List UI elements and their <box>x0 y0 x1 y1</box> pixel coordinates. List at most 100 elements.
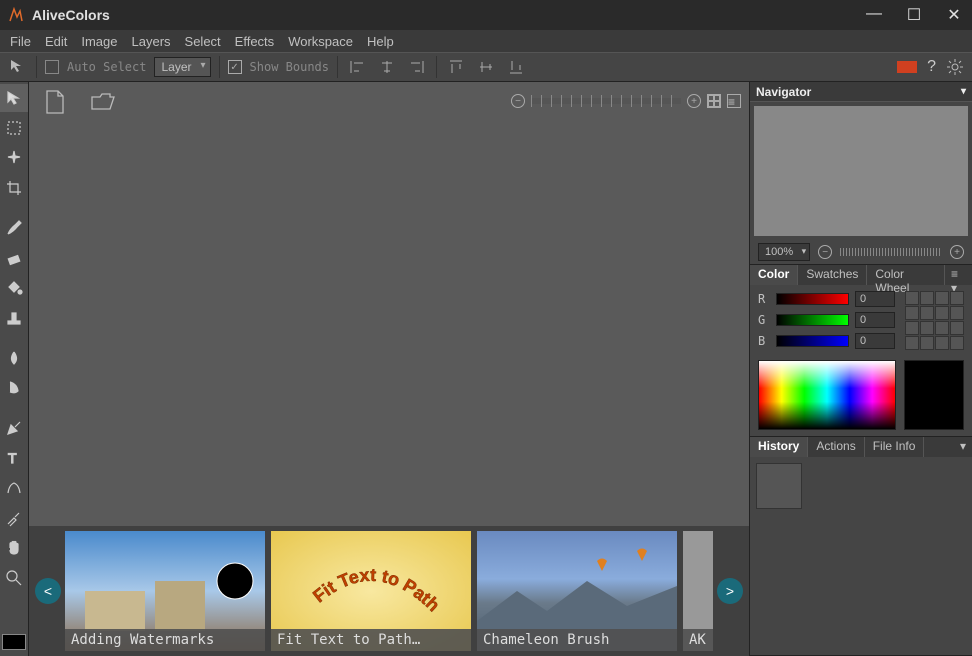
align-bottom-icon[interactable] <box>505 56 527 78</box>
filmstrip-caption: Adding Watermarks <box>65 629 265 651</box>
navigator-panel: Navigator▾ 100% − + <box>750 82 972 265</box>
stamp-tool[interactable] <box>0 304 28 332</box>
channel-b-label: B <box>758 334 770 348</box>
filmstrip-prev-button[interactable]: < <box>35 578 61 604</box>
filmstrip-next-button[interactable]: > <box>717 578 743 604</box>
menu-edit[interactable]: Edit <box>45 34 67 49</box>
green-value-input[interactable]: 0 <box>855 312 895 328</box>
options-bar: Auto Select Layer ✓ Show Bounds ? <box>0 52 972 82</box>
close-button[interactable]: ✕ <box>944 5 964 25</box>
text-tool[interactable]: T <box>0 444 28 472</box>
tab-swatches[interactable]: Swatches <box>798 265 867 285</box>
filmstrip-item[interactable]: Chameleon Brush <box>477 531 677 651</box>
app-logo-icon <box>8 7 24 23</box>
blue-slider[interactable] <box>776 335 849 347</box>
align-vcenter-icon[interactable] <box>475 56 497 78</box>
zoom-in-button[interactable]: + <box>687 94 701 108</box>
pen-tool[interactable] <box>0 414 28 442</box>
minimize-button[interactable]: — <box>864 5 884 25</box>
align-hcenter-icon[interactable] <box>376 56 398 78</box>
align-right-icon[interactable] <box>406 56 428 78</box>
canvas-area: − + ≡ < Adding Watermarks Fit Text to Pa… <box>29 82 749 656</box>
app-title: AliveColors <box>32 7 864 23</box>
show-bounds-checkbox[interactable]: ✓ <box>228 60 242 74</box>
view-list-button[interactable]: ≡ <box>727 94 741 108</box>
notification-icon[interactable] <box>897 59 917 75</box>
green-slider[interactable] <box>776 314 849 326</box>
foreground-color-indicator[interactable] <box>2 634 26 650</box>
blue-value-input[interactable]: 0 <box>855 333 895 349</box>
zoom-controls: − + ≡ <box>511 94 741 108</box>
zoom-out-button[interactable]: − <box>511 94 525 108</box>
history-snapshot[interactable] <box>756 463 802 509</box>
open-document-button[interactable] <box>89 88 117 116</box>
help-icon[interactable]: ? <box>927 58 936 76</box>
new-document-button[interactable] <box>41 88 69 116</box>
layer-mode-dropdown[interactable]: Layer <box>154 57 210 77</box>
red-slider[interactable] <box>776 293 849 305</box>
history-panel-chevron-icon[interactable]: ▾ <box>954 437 972 457</box>
tool-dock: T <box>0 82 29 656</box>
navigator-zoom-slider[interactable] <box>840 248 942 256</box>
filmstrip-caption: Chameleon Brush <box>477 629 677 651</box>
auto-select-label: Auto Select <box>67 60 146 74</box>
move-tool-icon <box>8 57 28 77</box>
navigator-preview[interactable] <box>754 106 968 236</box>
smudge-tool[interactable] <box>0 374 28 402</box>
channel-r-label: R <box>758 292 770 306</box>
tab-actions[interactable]: Actions <box>808 437 864 457</box>
blur-tool[interactable] <box>0 344 28 372</box>
menu-image[interactable]: Image <box>81 34 117 49</box>
filmstrip-item[interactable]: Adding Watermarks <box>65 531 265 651</box>
color-panel-menu-icon[interactable]: ≡ ▾ <box>945 265 972 285</box>
right-dock: Navigator▾ 100% − + Color Swatches Color… <box>749 82 972 656</box>
brush-tool[interactable] <box>0 214 28 242</box>
navigator-zoom-in[interactable]: + <box>950 245 964 259</box>
menu-help[interactable]: Help <box>367 34 394 49</box>
navigator-zoom-out[interactable]: − <box>818 245 832 259</box>
red-value-input[interactable]: 0 <box>855 291 895 307</box>
zoom-slider[interactable] <box>531 98 681 104</box>
swatch-grid[interactable] <box>905 291 964 354</box>
filmstrip-caption: Fit Text to Path… <box>271 629 471 651</box>
menu-file[interactable]: File <box>10 34 31 49</box>
tab-file-info[interactable]: File Info <box>865 437 925 457</box>
menu-layers[interactable]: Layers <box>132 34 171 49</box>
color-spectrum[interactable] <box>758 360 896 430</box>
align-top-icon[interactable] <box>445 56 467 78</box>
eyedropper-tool[interactable] <box>0 504 28 532</box>
shape-tool[interactable] <box>0 474 28 502</box>
tab-history[interactable]: History <box>750 437 808 457</box>
tab-color[interactable]: Color <box>750 265 798 285</box>
filmstrip-item-partial[interactable]: AK <box>683 531 713 651</box>
current-color-swatch[interactable] <box>904 360 964 430</box>
history-panel: History Actions File Info ▾ <box>750 437 972 656</box>
menu-select[interactable]: Select <box>185 34 221 49</box>
fill-tool[interactable] <box>0 274 28 302</box>
navigator-title[interactable]: Navigator▾ <box>750 82 972 102</box>
view-grid-button[interactable] <box>707 94 721 108</box>
svg-text:Fit Text to Path: Fit Text to Path <box>309 565 443 615</box>
menu-workspace[interactable]: Workspace <box>288 34 353 49</box>
maximize-button[interactable]: ☐ <box>904 5 924 25</box>
color-panel: Color Swatches Color Wheel ≡ ▾ R 0 G <box>750 265 972 437</box>
tab-color-wheel[interactable]: Color Wheel <box>867 265 945 285</box>
zoom-tool[interactable] <box>0 564 28 592</box>
move-tool[interactable] <box>0 84 28 112</box>
auto-select-checkbox[interactable] <box>45 60 59 74</box>
show-bounds-label: Show Bounds <box>250 60 329 74</box>
magic-wand-tool[interactable] <box>0 144 28 172</box>
hand-tool[interactable] <box>0 534 28 562</box>
filmstrip-caption: AK <box>683 629 713 651</box>
eraser-tool[interactable] <box>0 244 28 272</box>
title-bar: AliveColors — ☐ ✕ <box>0 0 972 30</box>
marquee-tool[interactable] <box>0 114 28 142</box>
navigator-zoom-dropdown[interactable]: 100% <box>758 243 810 261</box>
menu-effects[interactable]: Effects <box>235 34 275 49</box>
settings-gear-icon[interactable] <box>946 58 964 76</box>
svg-text:T: T <box>8 450 17 466</box>
align-left-icon[interactable] <box>346 56 368 78</box>
tutorials-filmstrip: < Adding Watermarks Fit Text to Path Fit… <box>29 526 749 656</box>
crop-tool[interactable] <box>0 174 28 202</box>
filmstrip-item[interactable]: Fit Text to Path Fit Text to Path… <box>271 531 471 651</box>
